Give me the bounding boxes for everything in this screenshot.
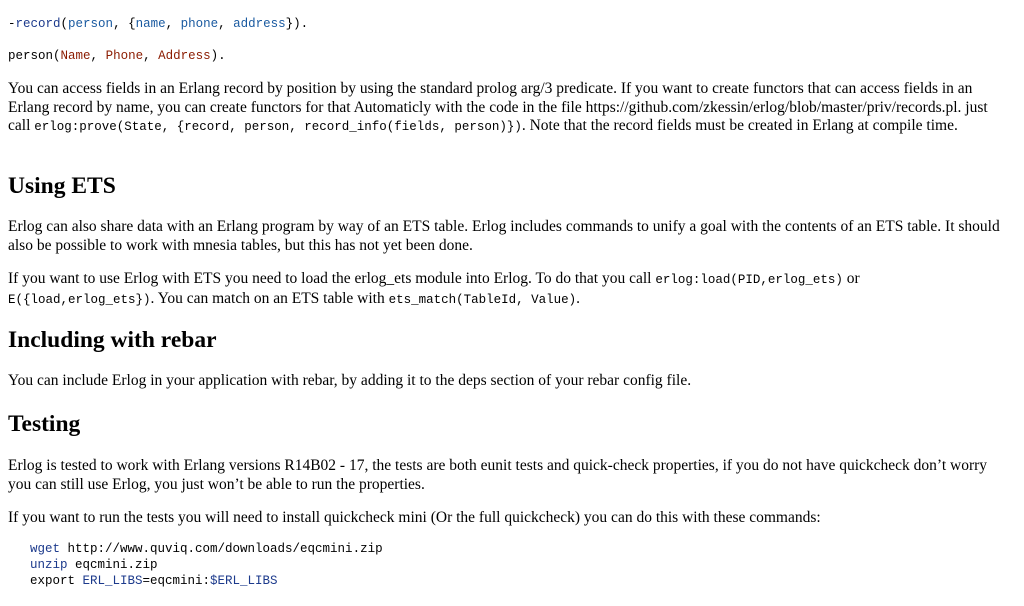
paragraph-ets-intro: Erlog can also share data with an Erlang… xyxy=(8,218,1000,254)
shell-code-block: wget http://www.quviq.com/downloads/eqcm… xyxy=(30,541,1006,589)
inline-code: erlog:prove(State, {record, person, reco… xyxy=(34,120,522,134)
shell-line: unzip eqcmini.zip xyxy=(30,558,158,572)
paragraph-records: You can access fields in an Erlang recor… xyxy=(8,80,988,134)
inline-code: ets_match(TableId, Value) xyxy=(388,292,577,307)
paragraph-ets-load: If you want to use Erlog with ETS you ne… xyxy=(8,270,860,307)
paragraph-rebar: You can include Erlog in your applicatio… xyxy=(8,372,692,389)
paragraph-testing: Erlog is tested to work with Erlang vers… xyxy=(8,457,988,493)
code-line-person: person(Name, Phone, Address). xyxy=(8,49,226,63)
paragraph-install: If you want to run the tests you will ne… xyxy=(8,509,821,526)
shell-line: export ERL_LIBS=eqcmini:$ERL_LIBS xyxy=(30,574,278,588)
code-keyword: record xyxy=(15,17,61,31)
heading-using-ets: Using ETS xyxy=(8,173,116,199)
heading-testing: Testing xyxy=(8,411,81,437)
heading-including-rebar: Including with rebar xyxy=(8,327,217,353)
shell-line: wget http://www.quviq.com/downloads/eqcm… xyxy=(30,542,383,556)
document-page: -record(person, {name, phone, address}).… xyxy=(0,0,1024,606)
inline-code: E({load,erlog_ets}) xyxy=(8,292,151,307)
code-line-record: -record(person, {name, phone, address}). xyxy=(8,17,309,31)
inline-code: erlog:load(PID,erlog_ets) xyxy=(655,273,843,287)
